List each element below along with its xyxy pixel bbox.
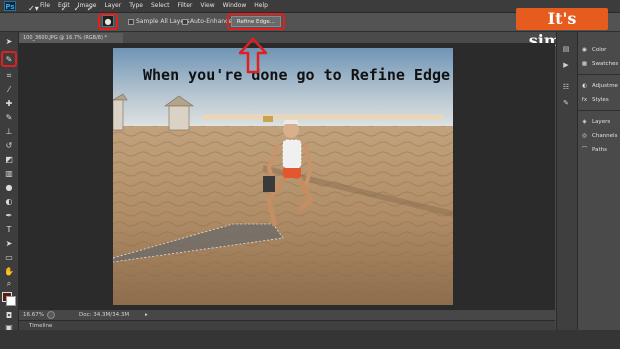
styles-icon: fx — [581, 97, 588, 103]
adjustments-icon: ◐ — [582, 83, 587, 89]
panel-divider — [578, 110, 620, 111]
channels-panel-tab[interactable]: ◎ Channels — [580, 130, 617, 142]
color-panel-tab[interactable]: ◉ Color — [580, 44, 606, 56]
document-tab[interactable]: 100_3600.JPG @ 16.7% (RGB/8) * — [19, 33, 123, 43]
actions-panel-icon[interactable]: ▶ — [561, 60, 571, 70]
new-selection-icon[interactable]: ✓ — [58, 3, 70, 15]
move-tool-icon[interactable]: ➤ — [3, 36, 15, 48]
layers-icon: ◈ — [582, 119, 587, 125]
layers-panel-tab[interactable]: ◈ Layers — [580, 116, 610, 128]
panel-divider — [578, 74, 620, 75]
collapsed-panel-strip — [556, 32, 577, 330]
background-color-swatch[interactable] — [6, 296, 16, 306]
bottom-strip — [0, 330, 620, 349]
refine-edge-button[interactable]: Refine Edge... — [231, 16, 281, 27]
color-wheel-icon: ◉ — [582, 47, 587, 53]
quick-selection-tool-icon[interactable]: ✎ — [3, 54, 15, 66]
styles-panel-tab[interactable]: fx Styles — [580, 94, 609, 106]
zoom-tool-icon[interactable]: ⌕ — [3, 278, 15, 290]
tutorial-caption: When you're done go to Refine Edge — [143, 66, 451, 84]
history-brush-tool-icon[interactable]: ↺ — [3, 140, 15, 152]
adjustments-panel-tab[interactable]: ◐ Adjustme — [580, 80, 618, 92]
dodge-tool-icon[interactable]: ◐ — [3, 196, 15, 208]
properties-panel-icon[interactable]: ☷ — [561, 82, 571, 92]
auto-enhance-label: Auto-Enhance — [190, 18, 233, 25]
paths-icon: ⌒ — [581, 147, 588, 153]
pen-tool-icon[interactable]: ✒ — [3, 210, 15, 222]
clone-stamp-tool-icon[interactable]: ⊥ — [3, 126, 15, 138]
crop-tool-icon[interactable]: ⌗ — [3, 70, 15, 82]
channels-icon: ◎ — [582, 133, 587, 139]
brush-picker-icon[interactable]: ● — [102, 15, 114, 27]
brush-tool-icon[interactable]: ✎ — [3, 112, 15, 124]
sample-all-layers-checkbox[interactable] — [128, 19, 134, 25]
menu-view[interactable]: View — [200, 0, 214, 12]
panel-dock — [577, 32, 620, 330]
status-menu-icon[interactable] — [47, 311, 55, 319]
eyedropper-tool-icon[interactable]: ⁄ — [3, 84, 15, 96]
menu-help[interactable]: Help — [254, 0, 268, 12]
beach-photo[interactable] — [113, 48, 453, 305]
path-selection-tool-icon[interactable]: ➤ — [3, 238, 15, 250]
subtract-from-selection-icon[interactable]: ✓ — [84, 3, 96, 15]
menu-filter[interactable]: Filter — [178, 0, 193, 12]
swatches-panel-tab[interactable]: ▦ Swatches — [580, 58, 618, 70]
rectangle-tool-icon[interactable]: ▭ — [3, 252, 15, 264]
add-to-selection-icon[interactable]: ✓ — [71, 3, 83, 15]
menu-layer[interactable]: Layer — [104, 0, 121, 12]
menu-type[interactable]: Type — [129, 0, 143, 12]
swatches-icon: ▦ — [581, 61, 588, 67]
type-tool-icon[interactable]: T — [3, 224, 15, 236]
paths-panel-tab[interactable]: ⌒ Paths — [580, 144, 607, 156]
eraser-tool-icon[interactable]: ◩ — [3, 154, 15, 166]
up-arrow-icon — [238, 38, 268, 74]
brand-badge: It's simple! — [516, 8, 608, 50]
hand-tool-icon[interactable]: ✋ — [3, 266, 15, 278]
menu-select[interactable]: Select — [151, 0, 170, 12]
history-panel-icon[interactable]: ▤ — [561, 44, 571, 54]
brush-panel-icon[interactable]: ✎ — [561, 98, 571, 108]
menu-window[interactable]: Window — [223, 0, 247, 12]
healing-brush-tool-icon[interactable]: ✚ — [3, 98, 15, 110]
blur-tool-icon[interactable]: ● — [3, 182, 15, 194]
photoshop-logo-icon: Ps — [4, 1, 16, 11]
gradient-tool-icon[interactable]: ▥ — [3, 168, 15, 180]
auto-enhance-checkbox[interactable] — [182, 19, 188, 25]
tool-preset-picker[interactable]: ✓▾ — [28, 3, 48, 15]
quick-mask-icon[interactable]: ◘ — [3, 310, 15, 322]
